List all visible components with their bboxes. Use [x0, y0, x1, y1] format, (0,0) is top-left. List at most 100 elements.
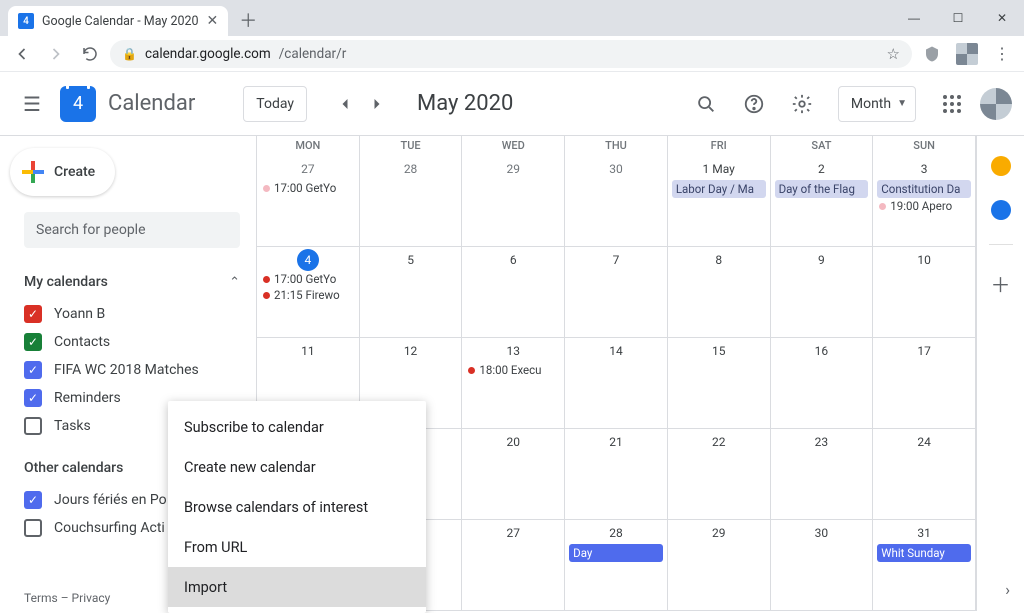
next-month-button[interactable]: [361, 88, 393, 120]
day-cell[interactable]: 8: [668, 247, 771, 338]
menu-item[interactable]: Create new calendar: [168, 447, 426, 487]
day-cell[interactable]: 7: [565, 247, 668, 338]
day-cell[interactable]: 31Whit Sunday: [873, 520, 976, 611]
menu-item[interactable]: Import: [168, 567, 426, 607]
search-button[interactable]: [686, 84, 726, 124]
day-cell[interactable]: 6: [462, 247, 565, 338]
calendar-label: Contacts: [54, 334, 110, 350]
tab-close-icon[interactable]: ✕: [207, 13, 219, 29]
extension-icon[interactable]: [956, 43, 978, 65]
tasks-icon[interactable]: [991, 200, 1011, 220]
account-avatar[interactable]: [980, 88, 1012, 120]
calendar-checkbox[interactable]: [24, 361, 42, 379]
settings-button[interactable]: [782, 84, 822, 124]
view-selector[interactable]: Month ▼: [838, 86, 916, 122]
day-cell[interactable]: 20: [462, 429, 565, 520]
day-cell[interactable]: 30: [771, 520, 874, 611]
create-button-label: Create: [54, 164, 95, 180]
event[interactable]: 18:00 Execu: [464, 362, 562, 378]
day-cell[interactable]: 3Constitution Da19:00 Apero: [873, 156, 976, 247]
view-selector-label: Month: [851, 96, 891, 112]
day-cell[interactable]: 1 MayLabor Day / Ma: [668, 156, 771, 247]
day-number: 29: [670, 522, 768, 544]
day-cell[interactable]: 5: [360, 247, 463, 338]
create-button[interactable]: Create: [10, 148, 115, 196]
bookmark-star-icon[interactable]: ☆: [887, 45, 900, 63]
menu-item[interactable]: Browse calendars of interest: [168, 487, 426, 527]
day-cell[interactable]: 29: [462, 156, 565, 247]
event[interactable]: Day: [569, 544, 663, 562]
event[interactable]: Labor Day / Ma: [672, 180, 766, 198]
day-cell[interactable]: 17: [873, 338, 976, 429]
forward-button[interactable]: [42, 40, 70, 68]
event[interactable]: Constitution Da: [877, 180, 971, 198]
maximize-button[interactable]: ☐: [936, 0, 980, 36]
event[interactable]: Whit Sunday: [877, 544, 971, 562]
event[interactable]: 19:00 Apero: [875, 198, 973, 214]
prev-month-button[interactable]: [329, 88, 361, 120]
calendar-checkbox[interactable]: [24, 333, 42, 351]
minimize-button[interactable]: —: [892, 0, 936, 36]
footer-links[interactable]: Terms – Privacy: [24, 591, 110, 605]
close-window-button[interactable]: ✕: [980, 0, 1024, 36]
calendar-list-item[interactable]: Yoann B: [24, 300, 240, 328]
reload-button[interactable]: [76, 40, 104, 68]
add-calendar-menu: Subscribe to calendarCreate new calendar…: [168, 401, 426, 613]
event-dot-icon: [468, 367, 475, 374]
day-cell[interactable]: 16: [771, 338, 874, 429]
event[interactable]: Day of the Flag: [775, 180, 869, 198]
calendar-checkbox[interactable]: [24, 491, 42, 509]
day-cell[interactable]: 22: [668, 429, 771, 520]
chevron-up-icon: ⌃: [229, 275, 240, 290]
day-cell[interactable]: 21: [565, 429, 668, 520]
event-dot-icon: [263, 292, 270, 299]
day-cell[interactable]: 24: [873, 429, 976, 520]
calendar-list-item[interactable]: FIFA WC 2018 Matches: [24, 356, 240, 384]
google-apps-button[interactable]: [932, 84, 972, 124]
url-input[interactable]: 🔒 calendar.google.com/calendar/r ☆: [110, 40, 912, 68]
support-button[interactable]: [734, 84, 774, 124]
back-button[interactable]: [8, 40, 36, 68]
url-host: calendar.google.com: [145, 46, 271, 62]
browser-tab[interactable]: 4 Google Calendar - May 2020 ✕: [8, 6, 228, 36]
menu-item[interactable]: From URL: [168, 527, 426, 567]
day-cell[interactable]: 2Day of the Flag: [771, 156, 874, 247]
calendar-checkbox[interactable]: [24, 305, 42, 323]
calendar-checkbox[interactable]: [24, 519, 42, 537]
day-cell[interactable]: 30: [565, 156, 668, 247]
event[interactable]: 21:15 Firewo: [259, 287, 357, 303]
day-cell[interactable]: 1318:00 Execu: [462, 338, 565, 429]
day-cell[interactable]: 27: [462, 520, 565, 611]
event[interactable]: 17:00 GetYo: [259, 271, 357, 287]
my-calendars-header[interactable]: My calendars ⌃: [24, 264, 240, 300]
event-label: 19:00 Apero: [890, 199, 952, 213]
new-tab-button[interactable]: ＋: [234, 6, 262, 34]
event[interactable]: 17:00 GetYo: [259, 180, 357, 196]
event-dot-icon: [263, 185, 270, 192]
day-number: 14: [567, 340, 665, 362]
event-label: 21:15 Firewo: [274, 288, 340, 302]
day-cell[interactable]: 28Day: [565, 520, 668, 611]
day-cell[interactable]: 15: [668, 338, 771, 429]
show-side-panel-button[interactable]: ›: [1005, 580, 1010, 599]
calendar-checkbox[interactable]: [24, 417, 42, 435]
calendar-checkbox[interactable]: [24, 389, 42, 407]
keep-icon[interactable]: [991, 156, 1011, 176]
browser-menu-icon[interactable]: ⋮: [988, 40, 1016, 68]
day-cell[interactable]: 10: [873, 247, 976, 338]
extension-shield-icon[interactable]: [918, 40, 946, 68]
day-cell[interactable]: 29: [668, 520, 771, 611]
day-cell[interactable]: 9: [771, 247, 874, 338]
day-number: 1 May: [670, 158, 768, 180]
today-button[interactable]: Today: [243, 86, 307, 122]
search-people-input[interactable]: Search for people: [24, 212, 240, 248]
day-cell[interactable]: 28: [360, 156, 463, 247]
day-cell[interactable]: 14: [565, 338, 668, 429]
menu-item[interactable]: Subscribe to calendar: [168, 407, 426, 447]
addons-button[interactable]: ＋: [991, 269, 1011, 298]
main-menu-button[interactable]: ☰: [12, 84, 52, 124]
day-cell[interactable]: 2717:00 GetYo: [257, 156, 360, 247]
day-cell[interactable]: 23: [771, 429, 874, 520]
day-cell[interactable]: 417:00 GetYo21:15 Firewo: [257, 247, 360, 338]
calendar-list-item[interactable]: Contacts: [24, 328, 240, 356]
